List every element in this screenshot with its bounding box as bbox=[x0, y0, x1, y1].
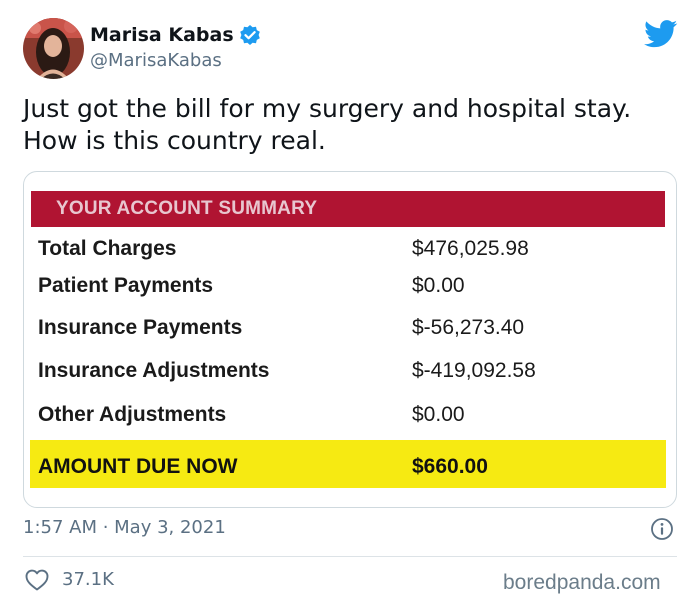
bill-row-label: Patient Payments bbox=[38, 274, 214, 297]
tweet-text: Just got the bill for my surgery and hos… bbox=[23, 93, 673, 157]
twitter-bird-icon[interactable] bbox=[644, 20, 678, 48]
like-count[interactable]: 37.1K bbox=[62, 569, 114, 590]
author-name-row[interactable]: Marisa Kabas bbox=[90, 24, 261, 46]
bill-row-label: Insurance Payments bbox=[38, 316, 243, 339]
divider bbox=[23, 556, 677, 557]
avatar[interactable] bbox=[23, 18, 84, 79]
tweet-text-line: How is this country real. bbox=[23, 126, 326, 155]
amount-due-label: AMOUNT DUE NOW bbox=[38, 455, 238, 478]
bill-row-label: Insurance Adjustments bbox=[38, 359, 270, 382]
author-handle[interactable]: @MarisaKabas bbox=[90, 50, 222, 71]
bill-row-value: $0.00 bbox=[412, 403, 465, 426]
tweet-media-bill[interactable]: YOUR ACCOUNT SUMMARY Total Charges $476,… bbox=[23, 171, 677, 508]
heart-icon[interactable] bbox=[25, 569, 49, 591]
author-name[interactable]: Marisa Kabas bbox=[90, 24, 234, 46]
summary-header: YOUR ACCOUNT SUMMARY bbox=[56, 198, 318, 219]
amount-due-value: $660.00 bbox=[412, 455, 488, 478]
bill-row-value: $0.00 bbox=[412, 274, 465, 297]
watermark: boredpanda.com bbox=[503, 571, 661, 594]
bill-row-value: $-56,273.40 bbox=[412, 316, 525, 339]
bill-row-value: $-419,092.58 bbox=[412, 359, 536, 382]
bill-row-label: Other Adjustments bbox=[38, 403, 227, 426]
bill-row-label: Total Charges bbox=[38, 237, 177, 260]
info-icon[interactable] bbox=[650, 517, 674, 541]
bill-row-value: $476,025.98 bbox=[412, 237, 529, 260]
tweet-text-line: Just got the bill for my surgery and hos… bbox=[23, 94, 632, 123]
tweet-timestamp[interactable]: 1:57 AM · May 3, 2021 bbox=[23, 517, 226, 538]
verified-badge-icon bbox=[239, 24, 261, 46]
